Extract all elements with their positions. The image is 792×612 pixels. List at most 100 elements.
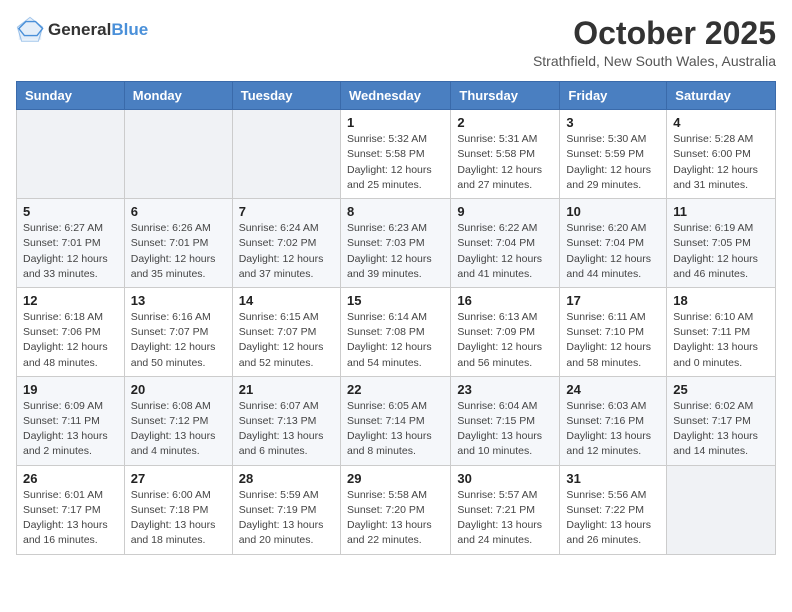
calendar-cell: 20 Sunrise: 6:08 AM Sunset: 7:12 PM Dayli… — [124, 376, 232, 465]
day-number: 19 — [23, 382, 118, 397]
day-number: 13 — [131, 293, 226, 308]
weekday-header-tuesday: Tuesday — [232, 82, 340, 110]
day-info: Sunrise: 6:04 AM Sunset: 7:15 PM Dayligh… — [457, 399, 553, 460]
calendar-cell: 23 Sunrise: 6:04 AM Sunset: 7:15 PM Dayli… — [451, 376, 560, 465]
calendar-header-row: SundayMondayTuesdayWednesdayThursdayFrid… — [17, 82, 776, 110]
day-number: 25 — [673, 382, 769, 397]
day-info: Sunrise: 5:56 AM Sunset: 7:22 PM Dayligh… — [566, 488, 660, 549]
day-info: Sunrise: 6:18 AM Sunset: 7:06 PM Dayligh… — [23, 310, 118, 371]
day-number: 11 — [673, 204, 769, 219]
day-info: Sunrise: 6:15 AM Sunset: 7:07 PM Dayligh… — [239, 310, 334, 371]
day-number: 30 — [457, 471, 553, 486]
calendar-cell: 19 Sunrise: 6:09 AM Sunset: 7:11 PM Dayli… — [17, 376, 125, 465]
day-number: 10 — [566, 204, 660, 219]
day-number: 7 — [239, 204, 334, 219]
day-number: 15 — [347, 293, 444, 308]
day-number: 29 — [347, 471, 444, 486]
calendar-cell: 25 Sunrise: 6:02 AM Sunset: 7:17 PM Dayli… — [667, 376, 776, 465]
day-info: Sunrise: 6:11 AM Sunset: 7:10 PM Dayligh… — [566, 310, 660, 371]
logo-general: General — [48, 20, 111, 39]
calendar-cell: 16 Sunrise: 6:13 AM Sunset: 7:09 PM Dayli… — [451, 287, 560, 376]
calendar-cell: 18 Sunrise: 6:10 AM Sunset: 7:11 PM Dayli… — [667, 287, 776, 376]
calendar-cell — [667, 465, 776, 554]
day-number: 2 — [457, 115, 553, 130]
day-info: Sunrise: 6:02 AM Sunset: 7:17 PM Dayligh… — [673, 399, 769, 460]
month-title: October 2025 — [533, 16, 776, 51]
day-number: 22 — [347, 382, 444, 397]
day-info: Sunrise: 5:59 AM Sunset: 7:19 PM Dayligh… — [239, 488, 334, 549]
day-info: Sunrise: 6:08 AM Sunset: 7:12 PM Dayligh… — [131, 399, 226, 460]
day-number: 18 — [673, 293, 769, 308]
day-info: Sunrise: 5:31 AM Sunset: 5:58 PM Dayligh… — [457, 132, 553, 193]
page-header: GeneralBlue October 2025 Strathfield, Ne… — [16, 16, 776, 69]
calendar-week-row: 5 Sunrise: 6:27 AM Sunset: 7:01 PM Daylig… — [17, 199, 776, 288]
weekday-header-wednesday: Wednesday — [340, 82, 450, 110]
calendar-week-row: 19 Sunrise: 6:09 AM Sunset: 7:11 PM Dayli… — [17, 376, 776, 465]
calendar-cell: 26 Sunrise: 6:01 AM Sunset: 7:17 PM Dayli… — [17, 465, 125, 554]
day-info: Sunrise: 5:30 AM Sunset: 5:59 PM Dayligh… — [566, 132, 660, 193]
day-number: 21 — [239, 382, 334, 397]
day-number: 20 — [131, 382, 226, 397]
calendar-cell: 2 Sunrise: 5:31 AM Sunset: 5:58 PM Daylig… — [451, 110, 560, 199]
calendar-cell: 17 Sunrise: 6:11 AM Sunset: 7:10 PM Dayli… — [560, 287, 667, 376]
day-info: Sunrise: 6:07 AM Sunset: 7:13 PM Dayligh… — [239, 399, 334, 460]
day-info: Sunrise: 6:03 AM Sunset: 7:16 PM Dayligh… — [566, 399, 660, 460]
day-number: 3 — [566, 115, 660, 130]
day-info: Sunrise: 6:23 AM Sunset: 7:03 PM Dayligh… — [347, 221, 444, 282]
day-info: Sunrise: 6:14 AM Sunset: 7:08 PM Dayligh… — [347, 310, 444, 371]
day-number: 4 — [673, 115, 769, 130]
weekday-header-monday: Monday — [124, 82, 232, 110]
day-number: 31 — [566, 471, 660, 486]
day-info: Sunrise: 6:00 AM Sunset: 7:18 PM Dayligh… — [131, 488, 226, 549]
day-number: 9 — [457, 204, 553, 219]
calendar-cell — [17, 110, 125, 199]
calendar-cell: 29Sunrise: 5:58 AM Sunset: 7:20 PM Dayli… — [340, 465, 450, 554]
calendar-cell: 12Sunrise: 6:18 AM Sunset: 7:06 PM Dayli… — [17, 287, 125, 376]
day-info: Sunrise: 6:16 AM Sunset: 7:07 PM Dayligh… — [131, 310, 226, 371]
day-number: 6 — [131, 204, 226, 219]
calendar-cell — [124, 110, 232, 199]
weekday-header-saturday: Saturday — [667, 82, 776, 110]
weekday-header-sunday: Sunday — [17, 82, 125, 110]
calendar-cell: 5 Sunrise: 6:27 AM Sunset: 7:01 PM Daylig… — [17, 199, 125, 288]
calendar-week-row: 12Sunrise: 6:18 AM Sunset: 7:06 PM Dayli… — [17, 287, 776, 376]
calendar-cell: 15 Sunrise: 6:14 AM Sunset: 7:08 PM Dayli… — [340, 287, 450, 376]
day-number: 23 — [457, 382, 553, 397]
day-number: 17 — [566, 293, 660, 308]
calendar-cell: 10Sunrise: 6:20 AM Sunset: 7:04 PM Dayli… — [560, 199, 667, 288]
day-info: Sunrise: 6:22 AM Sunset: 7:04 PM Dayligh… — [457, 221, 553, 282]
day-number: 28 — [239, 471, 334, 486]
calendar-cell: 14Sunrise: 6:15 AM Sunset: 7:07 PM Dayli… — [232, 287, 340, 376]
day-number: 24 — [566, 382, 660, 397]
calendar-cell: 27Sunrise: 6:00 AM Sunset: 7:18 PM Dayli… — [124, 465, 232, 554]
calendar-cell: 31 Sunrise: 5:56 AM Sunset: 7:22 PM Dayli… — [560, 465, 667, 554]
day-info: Sunrise: 6:01 AM Sunset: 7:17 PM Dayligh… — [23, 488, 118, 549]
day-info: Sunrise: 6:10 AM Sunset: 7:11 PM Dayligh… — [673, 310, 769, 371]
calendar-cell: 3 Sunrise: 5:30 AM Sunset: 5:59 PM Daylig… — [560, 110, 667, 199]
calendar-cell: 28 Sunrise: 5:59 AM Sunset: 7:19 PM Dayli… — [232, 465, 340, 554]
day-info: Sunrise: 5:28 AM Sunset: 6:00 PM Dayligh… — [673, 132, 769, 193]
day-info: Sunrise: 6:27 AM Sunset: 7:01 PM Dayligh… — [23, 221, 118, 282]
location-subtitle: Strathfield, New South Wales, Australia — [533, 53, 776, 69]
day-number: 16 — [457, 293, 553, 308]
day-info: Sunrise: 6:24 AM Sunset: 7:02 PM Dayligh… — [239, 221, 334, 282]
day-info: Sunrise: 6:26 AM Sunset: 7:01 PM Dayligh… — [131, 221, 226, 282]
day-number: 26 — [23, 471, 118, 486]
calendar-cell: 30Sunrise: 5:57 AM Sunset: 7:21 PM Dayli… — [451, 465, 560, 554]
title-section: October 2025 Strathfield, New South Wale… — [533, 16, 776, 69]
calendar-cell: 6 Sunrise: 6:26 AM Sunset: 7:01 PM Daylig… — [124, 199, 232, 288]
day-info: Sunrise: 5:32 AM Sunset: 5:58 PM Dayligh… — [347, 132, 444, 193]
calendar-cell: 13 Sunrise: 6:16 AM Sunset: 7:07 PM Dayli… — [124, 287, 232, 376]
day-info: Sunrise: 6:05 AM Sunset: 7:14 PM Dayligh… — [347, 399, 444, 460]
calendar-cell: 9 Sunrise: 6:22 AM Sunset: 7:04 PM Daylig… — [451, 199, 560, 288]
logo-blue: Blue — [111, 20, 148, 39]
calendar-cell: 1Sunrise: 5:32 AM Sunset: 5:58 PM Daylig… — [340, 110, 450, 199]
logo: GeneralBlue — [16, 16, 148, 44]
calendar-cell — [232, 110, 340, 199]
day-number: 8 — [347, 204, 444, 219]
day-info: Sunrise: 6:09 AM Sunset: 7:11 PM Dayligh… — [23, 399, 118, 460]
calendar-cell: 7 Sunrise: 6:24 AM Sunset: 7:02 PM Daylig… — [232, 199, 340, 288]
day-number: 5 — [23, 204, 118, 219]
day-info: Sunrise: 6:13 AM Sunset: 7:09 PM Dayligh… — [457, 310, 553, 371]
calendar-cell: 22 Sunrise: 6:05 AM Sunset: 7:14 PM Dayli… — [340, 376, 450, 465]
